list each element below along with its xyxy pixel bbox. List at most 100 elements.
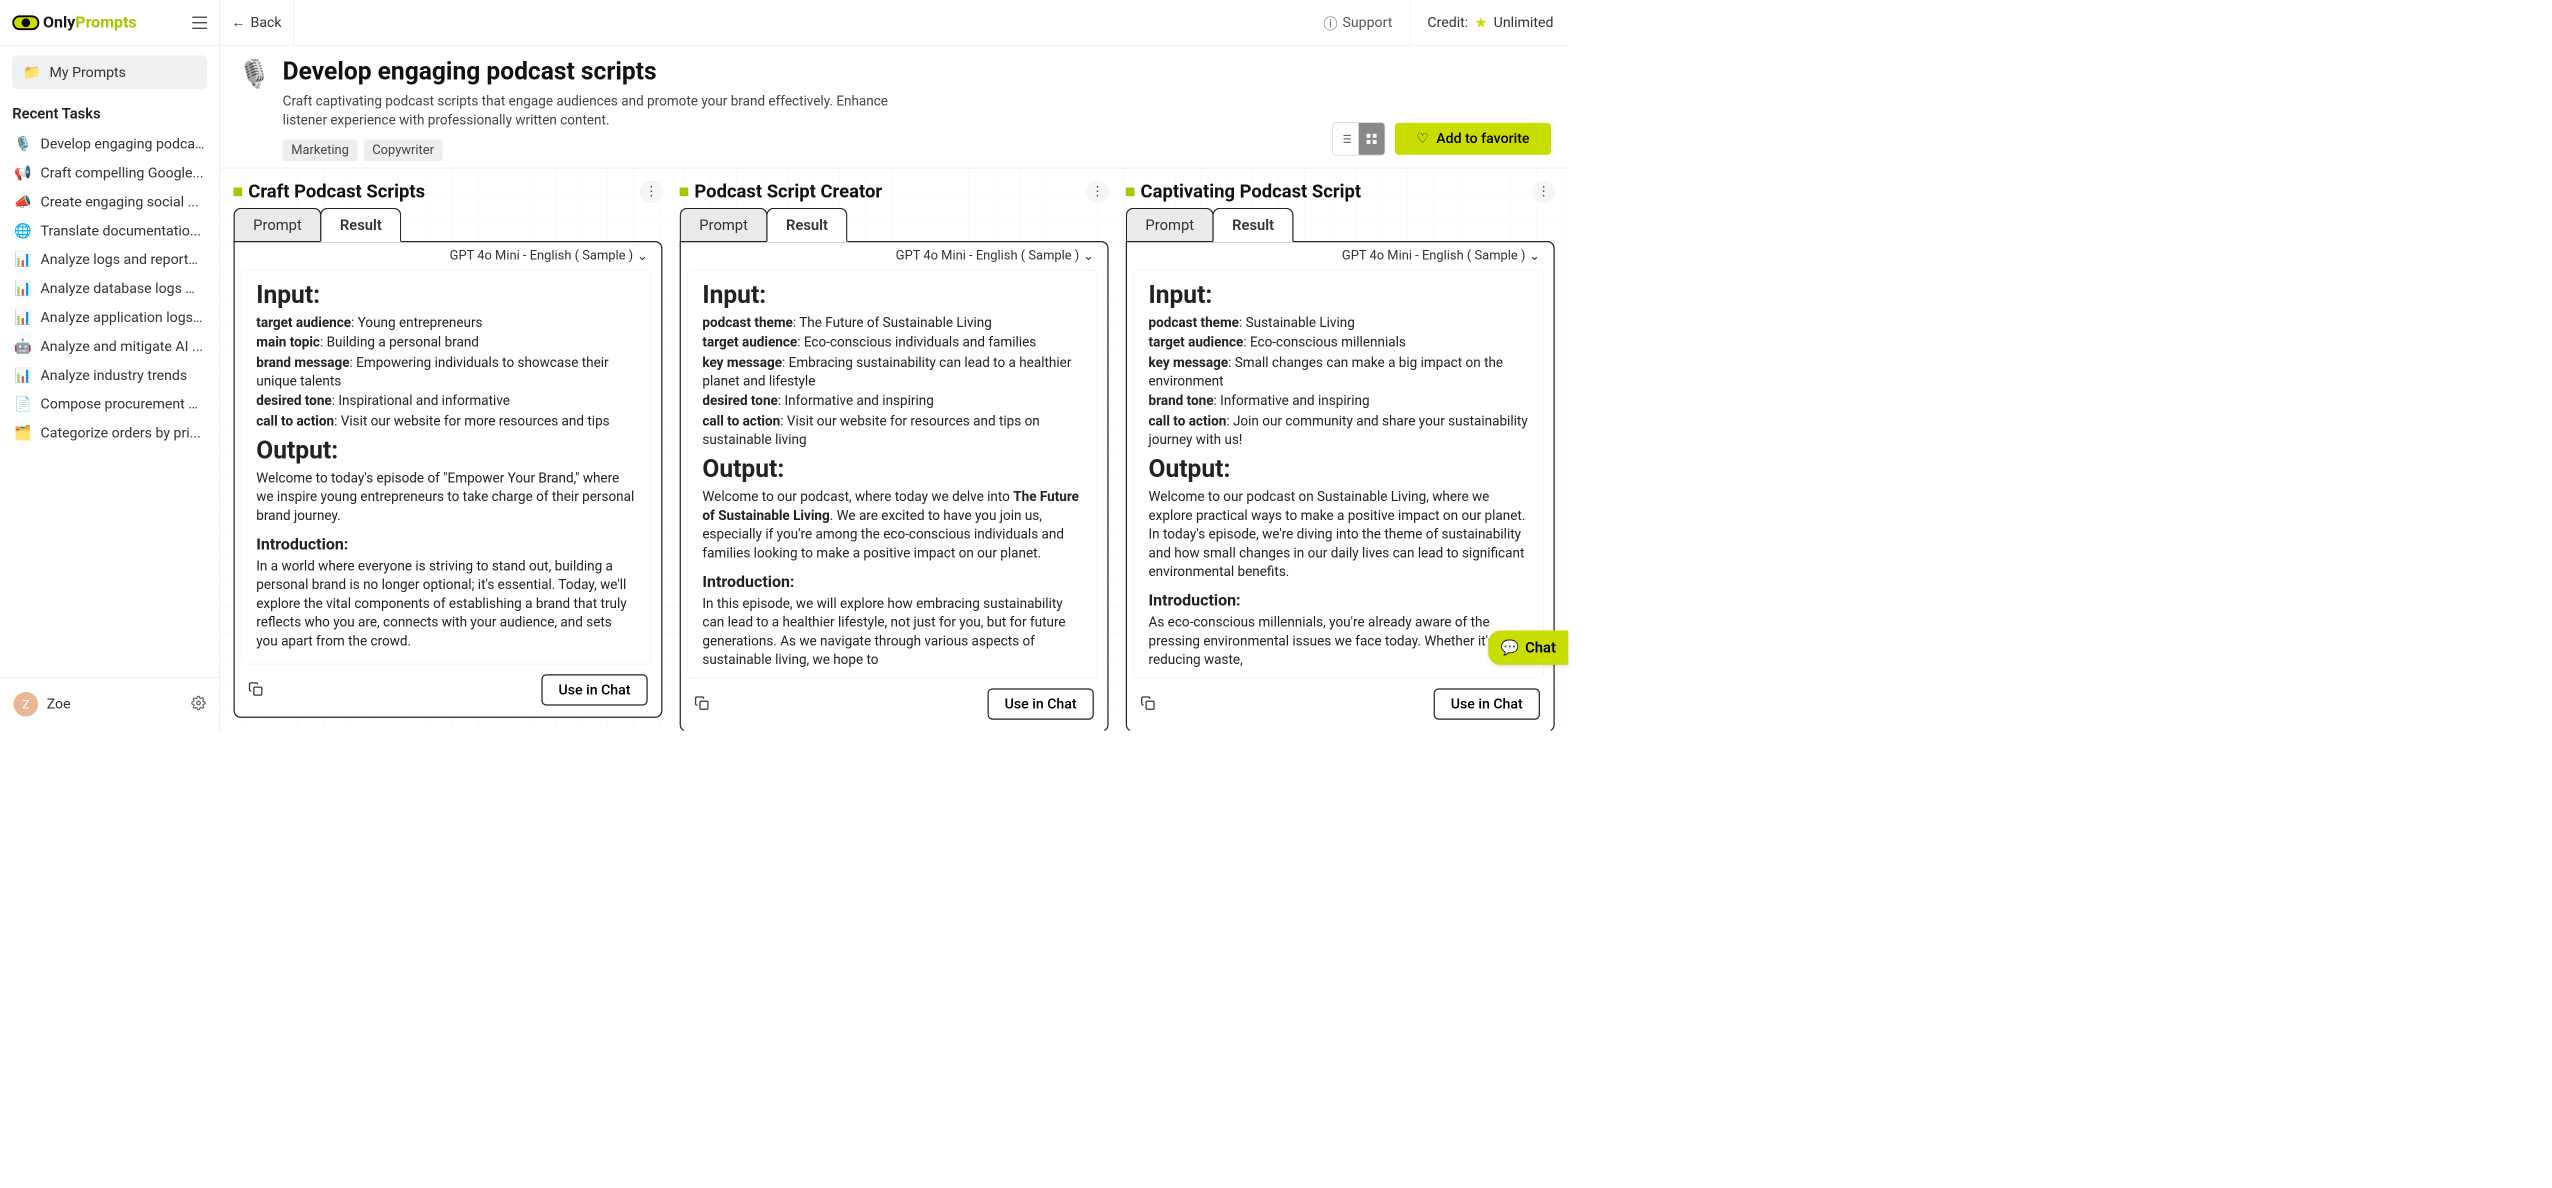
task-icon: 📢 [15,165,31,181]
sidebar-item-3[interactable]: 🌐 Translate documentatio... [12,216,207,245]
copy-button[interactable] [694,695,709,712]
use-in-chat-button[interactable]: Use in Chat [987,688,1093,719]
credit-label: Credit: [1427,14,1468,31]
recent-tasks-heading: Recent Tasks [12,105,207,122]
sidebar-item-1[interactable]: 📢 Craft compelling Google... [12,159,207,188]
sidebar-item-7[interactable]: 🤖 Analyze and mitigate AI ... [12,332,207,361]
task-icon: 📣 [15,194,31,210]
sidebar-item-0[interactable]: 🎙️ Develop engaging podcas... [12,130,207,159]
page-title: Develop engaging podcast scripts [283,57,898,86]
task-icon: 🗂️ [15,425,31,441]
task-label: Analyze database logs wi... [41,280,205,297]
avatar[interactable]: Z [14,692,39,717]
task-label: Craft compelling Google... [41,165,204,182]
copy-button[interactable] [248,681,263,698]
username: Zoe [47,696,71,713]
tag[interactable]: Marketing [283,139,358,161]
task-icon: 📊 [15,309,31,325]
card-marker-icon [1126,187,1135,196]
sidebar-item-10[interactable]: 🗂️ Categorize orders by pri... [12,418,207,447]
tab-result[interactable]: Result [766,207,847,241]
task-label: Translate documentatio... [41,222,201,239]
use-in-chat-button[interactable]: Use in Chat [541,674,647,705]
task-icon: 📊 [15,281,31,297]
copy-button[interactable] [1141,695,1156,712]
chat-button[interactable]: 💬 Chat [1488,630,1568,664]
prompt-card: Podcast Script Creator ⋮ Prompt Result G… [680,180,1109,717]
arrow-left-icon: ← [231,14,245,31]
topbar: ← Back ⓘ Support Credit: ★ Unlimited [220,0,1568,45]
task-label: Analyze and mitigate AI ... [41,338,204,355]
card-title: Captivating Podcast Script [1141,181,1362,203]
sidebar-item-2[interactable]: 📣 Create engaging social ... [12,187,207,216]
sidebar: OnlyPrompts 📁 My Prompts Recent Tasks 🎙️… [0,0,220,730]
model-label: GPT 4o Mini - English ( Sample ) [1342,248,1526,263]
task-icon: 📊 [15,252,31,268]
sidebar-item-6[interactable]: 📊 Analyze application logs ... [12,303,207,332]
task-icon: 🌐 [15,223,31,239]
chat-label: Chat [1525,639,1556,656]
task-label: Analyze application logs ... [41,309,205,326]
card-menu-button[interactable]: ⋮ [640,180,662,202]
menu-toggle-icon[interactable] [192,16,207,28]
prompt-card: Craft Podcast Scripts ⋮ Prompt Result GP… [234,180,663,717]
task-icon: 🤖 [15,338,31,354]
task-icon: 🎙️ [15,136,31,152]
sidebar-item-5[interactable]: 📊 Analyze database logs wi... [12,274,207,303]
task-label: Categorize orders by pri... [41,425,201,442]
logo-icon [12,15,39,30]
credit-display: Credit: ★ Unlimited [1410,0,1554,45]
microphone-icon: 🎙️ [237,57,271,91]
support-label: Support [1342,14,1392,31]
card-marker-icon [234,187,243,196]
chat-icon: 💬 [1501,639,1519,656]
use-in-chat-button[interactable]: Use in Chat [1434,688,1540,719]
grid-view-button[interactable] [1358,123,1384,155]
heart-icon: ♡ [1416,130,1429,147]
list-view-button[interactable] [1333,123,1359,155]
card-menu-button[interactable]: ⋮ [1533,180,1555,202]
task-icon: 📊 [15,367,31,383]
task-label: Analyze industry trends [41,367,188,384]
my-prompts-label: My Prompts [50,64,126,81]
task-label: Compose procurement p... [41,396,205,413]
tab-prompt[interactable]: Prompt [680,207,768,240]
model-label: GPT 4o Mini - English ( Sample ) [896,248,1080,263]
sidebar-item-9[interactable]: 📄 Compose procurement p... [12,390,207,419]
card-title: Craft Podcast Scripts [248,181,425,203]
result-content: Input: target audience: Young entreprene… [241,270,651,665]
my-prompts-button[interactable]: 📁 My Prompts [12,55,207,89]
task-label: Create engaging social ... [41,194,199,211]
back-button[interactable]: ← Back [220,0,294,45]
tag[interactable]: Copywriter [364,139,443,161]
star-icon: ★ [1474,14,1487,31]
page-subtitle: Craft captivating podcast scripts that e… [283,93,898,131]
result-content: Input: podcast theme: Sustainable Living… [1133,270,1543,679]
model-selector[interactable]: GPT 4o Mini - English ( Sample ) ⌄ [235,242,661,264]
add-to-favorite-button[interactable]: ♡ Add to favorite [1395,123,1551,155]
task-icon: 📄 [15,396,31,412]
tab-result[interactable]: Result [320,207,401,241]
task-label: Analyze logs and reports ... [41,251,205,268]
support-link[interactable]: ⓘ Support [1323,12,1392,33]
tab-prompt[interactable]: Prompt [1126,207,1214,240]
chevron-down-icon: ⌄ [637,248,648,263]
sidebar-item-4[interactable]: 📊 Analyze logs and reports ... [12,245,207,274]
card-marker-icon [680,187,689,196]
card-title: Podcast Script Creator [694,181,882,203]
back-label: Back [251,14,282,31]
task-label: Develop engaging podcas... [41,136,205,153]
favorite-label: Add to favorite [1436,130,1529,147]
tab-prompt[interactable]: Prompt [234,207,322,240]
view-toggle [1332,122,1385,155]
card-menu-button[interactable]: ⋮ [1086,180,1108,202]
logo[interactable]: OnlyPrompts [12,13,136,31]
model-selector[interactable]: GPT 4o Mini - English ( Sample ) ⌄ [681,242,1107,264]
model-label: GPT 4o Mini - English ( Sample ) [450,248,634,263]
gear-icon[interactable] [191,695,206,712]
model-selector[interactable]: GPT 4o Mini - English ( Sample ) ⌄ [1127,242,1553,264]
credit-value: Unlimited [1494,14,1554,31]
chevron-down-icon: ⌄ [1083,248,1094,263]
sidebar-item-8[interactable]: 📊 Analyze industry trends [12,361,207,390]
tab-result[interactable]: Result [1212,207,1293,241]
